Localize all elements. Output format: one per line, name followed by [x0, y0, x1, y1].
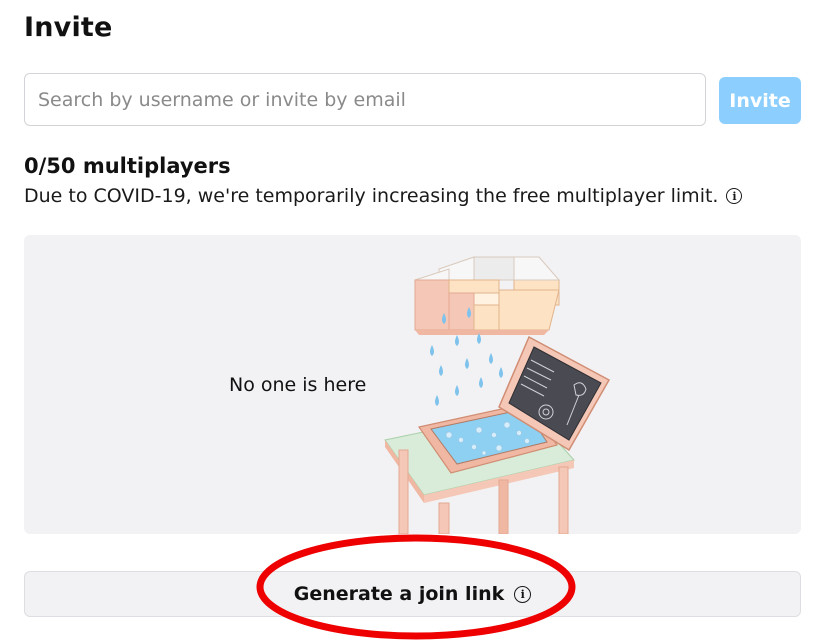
- empty-state-message: No one is here: [229, 374, 367, 396]
- invite-button[interactable]: Invite: [719, 77, 801, 124]
- empty-state-panel: No one is here: [24, 235, 801, 534]
- red-circle-annotation: [256, 534, 576, 640]
- covid-notice: Due to COVID-19, we're temporarily incre…: [24, 185, 743, 207]
- rain-cloud-laptop-illustration: [384, 256, 611, 534]
- search-input[interactable]: [24, 73, 706, 126]
- page-title: Invite: [24, 12, 113, 43]
- covid-notice-text: Due to COVID-19, we're temporarily incre…: [24, 185, 719, 207]
- info-icon[interactable]: i: [726, 188, 743, 204]
- multiplayer-count: 0/50 multiplayers: [24, 154, 231, 178]
